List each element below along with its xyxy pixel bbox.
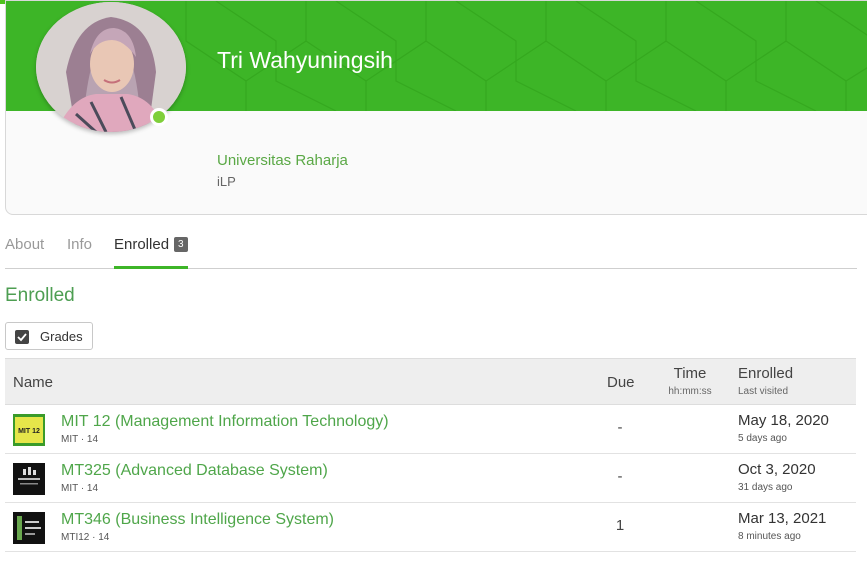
organization-sub: iLP: [217, 174, 236, 189]
grades-button[interactable]: Grades: [5, 322, 93, 350]
column-header-name[interactable]: Name: [13, 374, 53, 391]
profile-name: Tri Wahyuningsih: [217, 47, 393, 73]
course-title-link[interactable]: MIT 12 (Management Information Technolog…: [61, 413, 389, 431]
avatar[interactable]: [36, 2, 186, 132]
online-status-dot: [150, 108, 168, 126]
tab-enrolled[interactable]: Enrolled 3: [114, 236, 188, 269]
tab-enrolled-label: Enrolled: [114, 236, 170, 253]
tab-info[interactable]: Info: [67, 236, 92, 253]
table-row: MIT 12 MIT 12 (Management Information Te…: [5, 405, 856, 454]
column-header-last-visited: Last visited: [738, 386, 789, 397]
column-header-time-format: hh:mm:ss: [668, 386, 712, 397]
tab-about[interactable]: About: [5, 236, 44, 253]
last-visited: 8 minutes ago: [738, 531, 801, 542]
course-thumbnail[interactable]: [13, 463, 45, 495]
table-header: Name Due Time hh:mm:ss Enrolled Last vis…: [5, 358, 856, 405]
course-thumbnail-text: MIT 12: [18, 428, 40, 435]
enrolled-date: May 18, 2020: [738, 412, 829, 429]
course-title-link[interactable]: MT346 (Business Intelligence System): [61, 511, 334, 529]
course-meta: MTI12 · 14: [61, 532, 110, 543]
enrolled-date: Oct 3, 2020: [738, 461, 816, 478]
course-meta: MIT · 14: [61, 483, 99, 494]
checkbox-checked-icon: [15, 330, 29, 344]
column-header-enrolled[interactable]: Enrolled: [738, 365, 793, 382]
course-thumbnail[interactable]: [13, 512, 45, 544]
due-value: -: [617, 468, 623, 485]
last-visited: 5 days ago: [738, 433, 787, 444]
profile-tabs: About Info Enrolled 3: [5, 228, 857, 269]
course-title-link[interactable]: MT325 (Advanced Database System): [61, 462, 328, 480]
enrolled-date: Mar 13, 2021: [738, 510, 827, 527]
section-title: Enrolled: [5, 285, 75, 306]
table-row: MT325 (Advanced Database System) MIT · 1…: [5, 454, 856, 503]
organization-link[interactable]: Universitas Raharja: [217, 152, 348, 169]
course-meta: MIT · 14: [61, 434, 99, 445]
enrolled-courses-table: Name Due Time hh:mm:ss Enrolled Last vis…: [5, 358, 856, 552]
due-value: -: [617, 419, 623, 436]
course-thumbnail[interactable]: MIT 12: [13, 414, 45, 446]
enrolled-count-badge: 3: [174, 237, 188, 252]
due-value: 1: [615, 517, 625, 534]
grades-button-label: Grades: [40, 329, 83, 344]
column-header-due[interactable]: Due: [607, 374, 635, 391]
last-visited: 31 days ago: [738, 482, 793, 493]
tab-info-label: Info: [67, 236, 93, 253]
tab-about-label: About: [5, 236, 45, 253]
table-row: MT346 (Business Intelligence System) MTI…: [5, 503, 856, 552]
column-header-time[interactable]: Time: [660, 365, 720, 382]
